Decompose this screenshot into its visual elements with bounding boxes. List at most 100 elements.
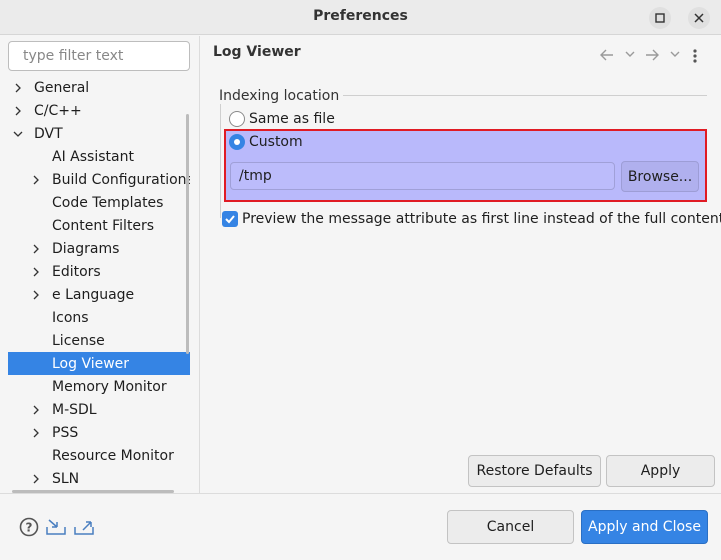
- page-title: Log Viewer: [213, 44, 301, 60]
- tree-item[interactable]: Resource Monitor: [8, 444, 190, 467]
- tree-item[interactable]: Build Configurations: [8, 168, 190, 191]
- tree-item[interactable]: License: [8, 329, 190, 352]
- browse-button[interactable]: Browse...: [621, 161, 699, 192]
- tree-item[interactable]: Diagrams: [8, 237, 190, 260]
- maximize-icon: [655, 13, 665, 23]
- chevron-right-icon[interactable]: [30, 404, 42, 416]
- apply-button[interactable]: Apply: [606, 455, 715, 487]
- preview-option[interactable]: Preview the message attribute as first l…: [222, 209, 721, 229]
- import-icon: [46, 519, 66, 535]
- chevron-down-icon: [670, 51, 680, 57]
- tree-item-label: Content Filters: [52, 217, 155, 234]
- tree-item-label: Memory Monitor: [52, 378, 167, 395]
- back-button[interactable]: [599, 48, 615, 62]
- custom-option[interactable]: Custom: [229, 132, 303, 152]
- chevron-right-icon[interactable]: [12, 105, 24, 117]
- chevron-right-icon[interactable]: [30, 289, 42, 301]
- help-button[interactable]: ?: [18, 516, 40, 538]
- tree-item-label: C/C++: [34, 102, 82, 119]
- tree-item-label: Build Configurations: [52, 171, 190, 188]
- restore-defaults-button[interactable]: Restore Defaults: [468, 455, 601, 487]
- tree-item[interactable]: General: [8, 76, 190, 99]
- custom-path-input[interactable]: [230, 162, 615, 190]
- tree-item[interactable]: DVT: [8, 122, 190, 145]
- tree-item-spacer: [30, 358, 42, 370]
- tree-item[interactable]: e Language: [8, 283, 190, 306]
- preference-tree: General C/C++ DVT AI Assistant Build Configu…: [8, 76, 190, 491]
- close-icon: [694, 13, 704, 23]
- tree-item[interactable]: PSS: [8, 421, 190, 444]
- preference-page: Log Viewer Indexing location Same as fil…: [201, 36, 721, 493]
- tree-item-spacer: [30, 381, 42, 393]
- chevron-right-icon[interactable]: [30, 473, 42, 485]
- checkmark-icon: [225, 215, 235, 224]
- title-bar: Preferences: [0, 0, 721, 35]
- apply-and-close-button[interactable]: Apply and Close: [581, 510, 708, 544]
- tree-item-label: Log Viewer: [52, 355, 130, 372]
- tree-item[interactable]: Editors: [8, 260, 190, 283]
- close-button[interactable]: [688, 7, 710, 29]
- forward-button[interactable]: [644, 48, 660, 62]
- chevron-right-icon[interactable]: [30, 243, 42, 255]
- export-icon: [74, 521, 94, 535]
- same-as-file-radio[interactable]: [229, 111, 245, 127]
- tree-item-label: SLN: [52, 470, 80, 487]
- tree-item[interactable]: Memory Monitor: [8, 375, 190, 398]
- indexing-location-label: Indexing location: [219, 88, 344, 104]
- footer-divider: [0, 493, 721, 494]
- tree-item-spacer: [30, 151, 42, 163]
- tree-item-label: License: [52, 332, 105, 349]
- tree-item[interactable]: AI Assistant: [8, 145, 190, 168]
- back-arrow-icon: [600, 49, 613, 61]
- chevron-right-icon[interactable]: [12, 82, 24, 94]
- same-as-file-option[interactable]: Same as file: [229, 109, 335, 129]
- tree-item-label: Diagrams: [52, 240, 120, 257]
- view-menu-button[interactable]: [691, 48, 699, 64]
- back-history-dropdown[interactable]: [624, 48, 636, 60]
- chevron-down-icon[interactable]: [12, 128, 24, 140]
- tree-item[interactable]: C/C++: [8, 99, 190, 122]
- svg-text:?: ?: [26, 521, 33, 535]
- export-button[interactable]: [73, 516, 95, 538]
- window-title: Preferences: [313, 8, 408, 24]
- tree-item-label: Code Templates: [52, 194, 164, 211]
- forward-history-dropdown[interactable]: [669, 48, 681, 60]
- tree-item[interactable]: M-SDL: [8, 398, 190, 421]
- same-as-file-label: Same as file: [249, 111, 335, 127]
- tree-vertical-scrollbar[interactable]: [186, 114, 189, 354]
- forward-arrow-icon: [646, 49, 659, 61]
- import-button[interactable]: [45, 516, 67, 538]
- custom-radio[interactable]: [229, 134, 245, 150]
- preview-label: Preview the message attribute as first l…: [242, 211, 721, 227]
- preview-checkbox[interactable]: [222, 211, 238, 227]
- tree-item-label: AI Assistant: [52, 148, 134, 165]
- tree-item-spacer: [30, 197, 42, 209]
- vertical-dots-icon: [693, 49, 697, 63]
- tree-item-label: Icons: [52, 309, 89, 326]
- preference-navigation: General C/C++ DVT AI Assistant Build Configu…: [0, 36, 200, 493]
- chevron-right-icon[interactable]: [30, 174, 42, 186]
- filter-input[interactable]: [8, 41, 190, 71]
- tree-item-spacer: [30, 335, 42, 347]
- chevron-right-icon[interactable]: [30, 427, 42, 439]
- indexing-group-border-left: [220, 95, 221, 218]
- cancel-button[interactable]: Cancel: [447, 510, 574, 544]
- maximize-button[interactable]: [649, 7, 671, 29]
- tree-item-label: Editors: [52, 263, 101, 280]
- tree-item-spacer: [30, 312, 42, 324]
- tree-item[interactable]: Code Templates: [8, 191, 190, 214]
- chevron-right-icon[interactable]: [30, 266, 42, 278]
- tree-item[interactable]: SLN: [8, 467, 190, 490]
- chevron-down-icon: [625, 51, 635, 57]
- tree-item-label: e Language: [52, 286, 135, 303]
- tree-item-label: PSS: [52, 424, 79, 441]
- custom-label: Custom: [249, 134, 303, 150]
- help-icon: ?: [19, 517, 39, 537]
- tree-item-spacer: [30, 450, 42, 462]
- tree-item-label: General: [34, 79, 90, 96]
- tree-item[interactable]: Log Viewer: [8, 352, 190, 375]
- tree-item-label: M-SDL: [52, 401, 97, 418]
- tree-item-label: DVT: [34, 125, 63, 142]
- tree-item[interactable]: Content Filters: [8, 214, 190, 237]
- tree-item[interactable]: Icons: [8, 306, 190, 329]
